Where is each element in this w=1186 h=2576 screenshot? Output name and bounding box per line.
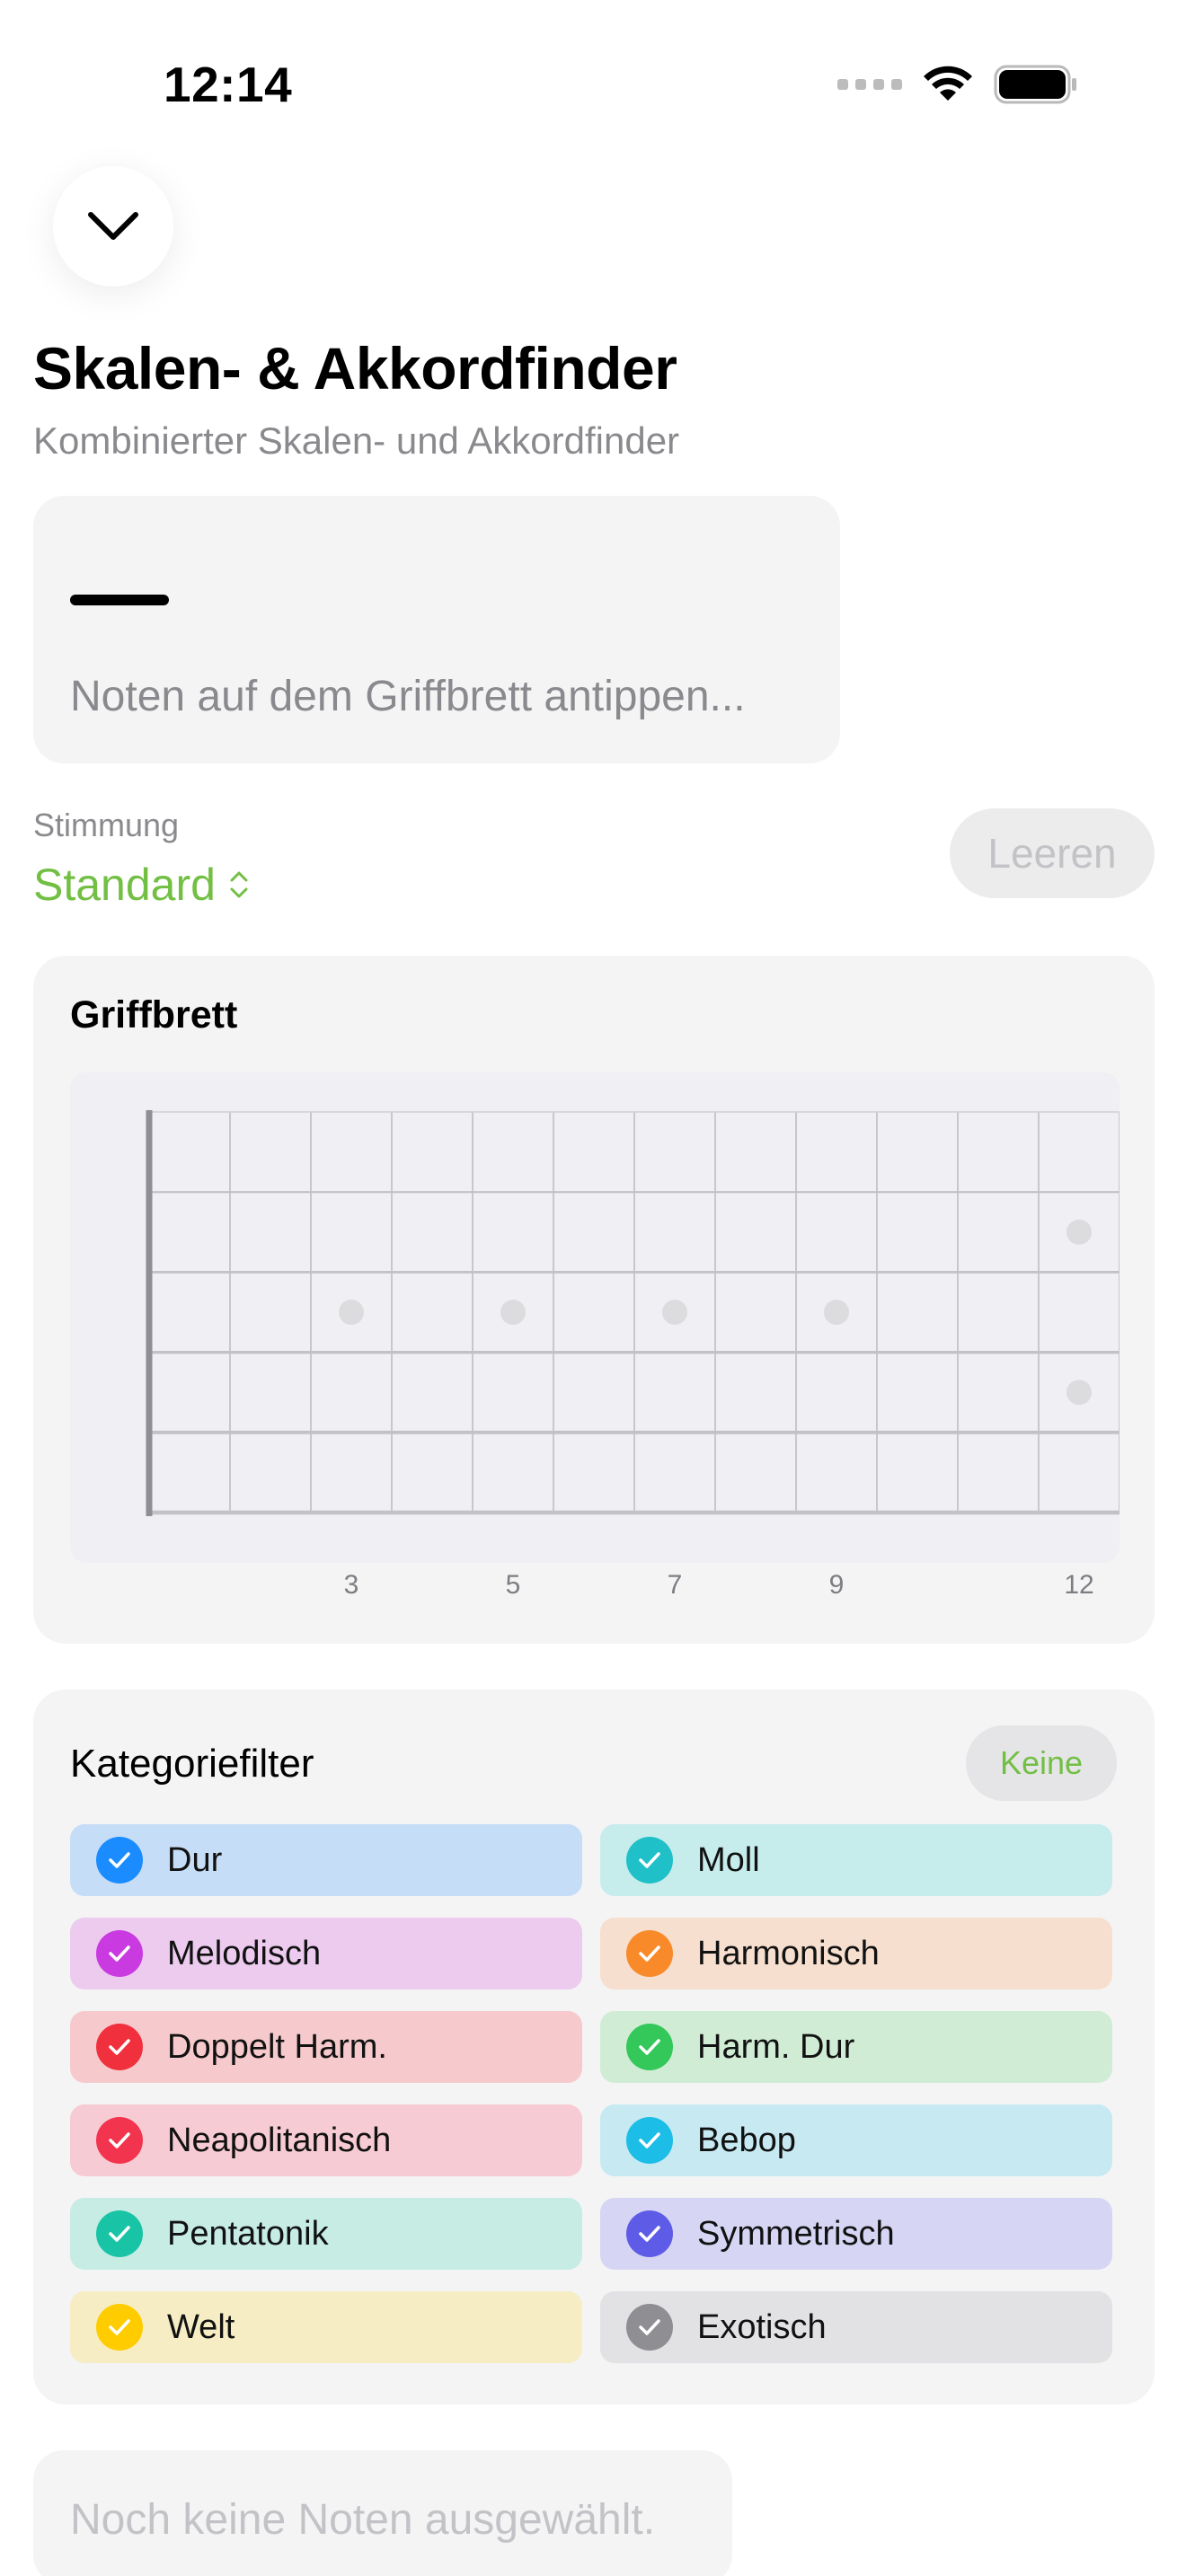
category-chip-welt[interactable]: Welt [70, 2291, 582, 2363]
battery-icon [994, 65, 1076, 104]
checkmark-icon [626, 1837, 673, 1883]
category-chip-label: Neapolitanisch [167, 2121, 392, 2159]
category-chip-exotisch[interactable]: Exotisch [600, 2291, 1112, 2363]
category-chip-doppelt-harm[interactable]: Doppelt Harm. [70, 2011, 582, 2083]
category-chip-label: Exotisch [697, 2307, 827, 2346]
category-chip-neapolitanisch[interactable]: Neapolitanisch [70, 2104, 582, 2176]
fret-marker-dot [1067, 1380, 1092, 1406]
page-title: Skalen- & Akkordfinder [33, 335, 677, 401]
checkmark-icon [626, 2304, 673, 2351]
checkmark-icon [96, 2117, 143, 2164]
category-chip-harm-dur[interactable]: Harm. Dur [600, 2011, 1112, 2083]
chevron-up-down-icon [230, 871, 248, 898]
status-icons [837, 65, 1078, 104]
category-chip-label: Welt [167, 2307, 235, 2346]
category-chip-label: Harmonisch [697, 1934, 880, 1972]
collapse-button[interactable] [53, 166, 173, 287]
category-chip-harmonisch[interactable]: Harmonisch [600, 1918, 1112, 1989]
fret-marker-dot [500, 1300, 526, 1325]
category-filter-title: Kategoriefilter [70, 1742, 314, 1786]
fret-number: 7 [667, 1570, 683, 1600]
status-time: 12:14 [164, 57, 293, 112]
checkmark-icon [626, 2024, 673, 2070]
checkmark-icon [626, 2117, 673, 2164]
category-chip-bebop[interactable]: Bebop [600, 2104, 1112, 2176]
checkmark-icon [96, 1837, 143, 1883]
fret-marker-dot [339, 1300, 364, 1325]
category-chip-symmetrisch[interactable]: Symmetrisch [600, 2198, 1112, 2270]
category-chip-pentatonik[interactable]: Pentatonik [70, 2198, 582, 2270]
checkmark-icon [626, 1930, 673, 1977]
checkmark-icon [96, 2024, 143, 2070]
category-chip-melodisch[interactable]: Melodisch [70, 1918, 582, 1989]
tuning-label: Stimmung [33, 807, 180, 843]
fret-number: 9 [828, 1570, 845, 1600]
fret-number: 5 [505, 1570, 521, 1600]
fretboard-title: Griffbrett [70, 993, 238, 1037]
category-chip-label: Bebop [697, 2121, 796, 2159]
selected-notes-display: Noten auf dem Griffbrett antippen... [33, 496, 840, 763]
category-chip-label: Doppelt Harm. [167, 2027, 387, 2066]
fretboard-grid[interactable] [70, 1072, 1120, 1563]
checkmark-icon [96, 2304, 143, 2351]
category-chip-label: Melodisch [167, 1934, 322, 1972]
empty-state-text: Noch keine Noten ausgewählt. [70, 2496, 656, 2544]
category-chip-label: Dur [167, 1840, 223, 1879]
category-filter-card: Kategoriefilter Keine Dur Moll Melodisch Ha… [33, 1689, 1155, 2404]
cellular-signal-icon [837, 79, 902, 90]
clear-button[interactable]: Leeren [950, 808, 1155, 898]
fretboard-card: Griffbrett 3 5 7 9 12 [33, 956, 1155, 1644]
checkmark-icon [626, 2210, 673, 2257]
none-button[interactable]: Keine [966, 1725, 1117, 1801]
tuning-picker[interactable]: Standard [33, 859, 250, 911]
fret-marker-dot [1067, 1219, 1092, 1245]
category-chip-label: Pentatonik [167, 2214, 329, 2253]
fretboard[interactable] [70, 1072, 1120, 1563]
fret-number: 12 [1064, 1570, 1094, 1600]
category-chip-label: Moll [697, 1840, 760, 1879]
notes-hint: Noten auf dem Griffbrett antippen... [70, 673, 746, 720]
category-chip-dur[interactable]: Dur [70, 1824, 582, 1896]
tuning-value: Standard [33, 860, 216, 910]
page-subtitle: Kombinierter Skalen- und Akkordfinder [33, 419, 680, 462]
checkmark-icon [96, 2210, 143, 2257]
fret-marker-dot [662, 1300, 687, 1325]
checkmark-icon [96, 1930, 143, 1977]
empty-state-card: Noch keine Noten ausgewählt. [33, 2450, 732, 2576]
fret-marker-dot [824, 1300, 849, 1325]
chevron-down-icon [88, 212, 138, 240]
category-chip-moll[interactable]: Moll [600, 1824, 1112, 1896]
category-chip-label: Symmetrisch [697, 2214, 895, 2253]
fret-number: 3 [343, 1570, 359, 1600]
category-chip-label: Harm. Dur [697, 2027, 855, 2066]
wifi-icon [924, 66, 972, 101]
notes-placeholder-dash [70, 595, 169, 605]
